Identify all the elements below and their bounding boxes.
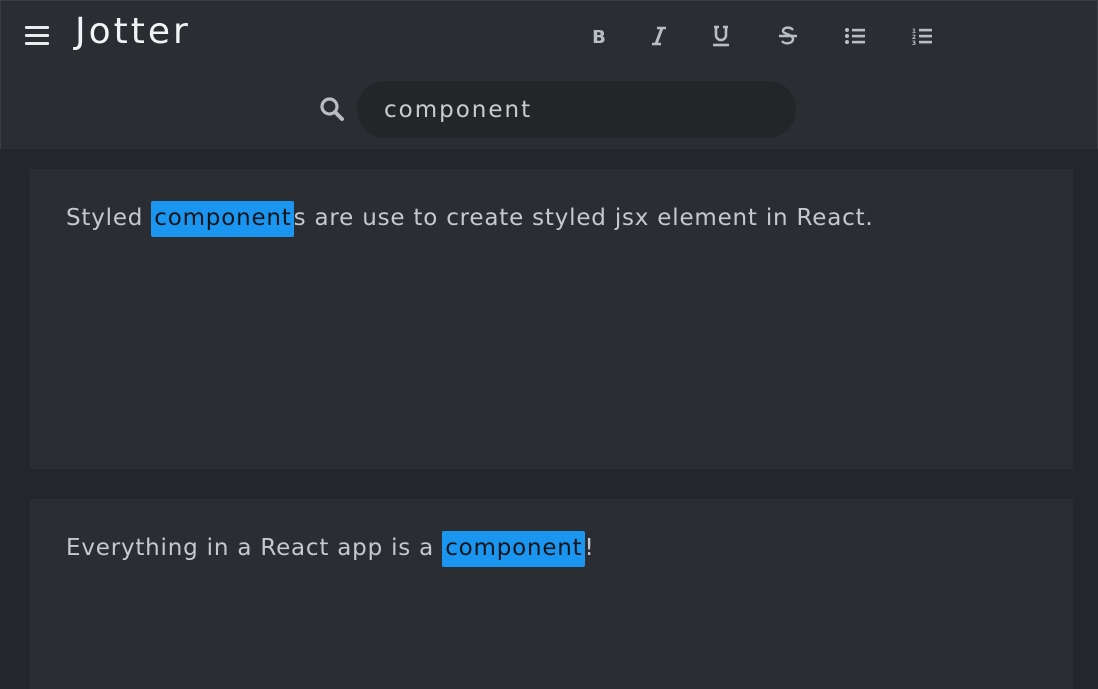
note-text-before: Styled [66, 205, 152, 231]
search-input[interactable] [357, 81, 796, 138]
italic-icon[interactable] [641, 21, 677, 51]
bold-icon[interactable]: B [581, 21, 617, 51]
menu-icon[interactable] [25, 26, 49, 46]
search-icon [319, 96, 345, 122]
app-header: Jotter B 1 2 3 component [0, 0, 1098, 149]
note-text-after: ! [584, 535, 595, 561]
note-text-before: Everything in a React app is a [66, 535, 443, 561]
strikethrough-icon[interactable] [770, 21, 806, 51]
svg-text:3: 3 [912, 40, 916, 45]
app-title: Jotter [75, 11, 191, 52]
note-text-after: s are use to create styled jsx element i… [293, 205, 874, 231]
svg-text:B: B [592, 27, 606, 45]
bulleted-list-icon[interactable] [837, 21, 873, 51]
numbered-list-icon[interactable]: 1 2 3 [904, 21, 940, 51]
search-match-highlight: component [151, 201, 294, 237]
note-card[interactable]: Everything in a React app is a component… [30, 499, 1073, 689]
search-match-highlight: component [442, 531, 585, 567]
note-text: Everything in a React app is a component… [66, 531, 595, 567]
note-text: Styled components are use to create styl… [66, 201, 874, 237]
note-card[interactable]: Styled components are use to create styl… [30, 169, 1073, 469]
underline-icon[interactable] [703, 21, 739, 51]
